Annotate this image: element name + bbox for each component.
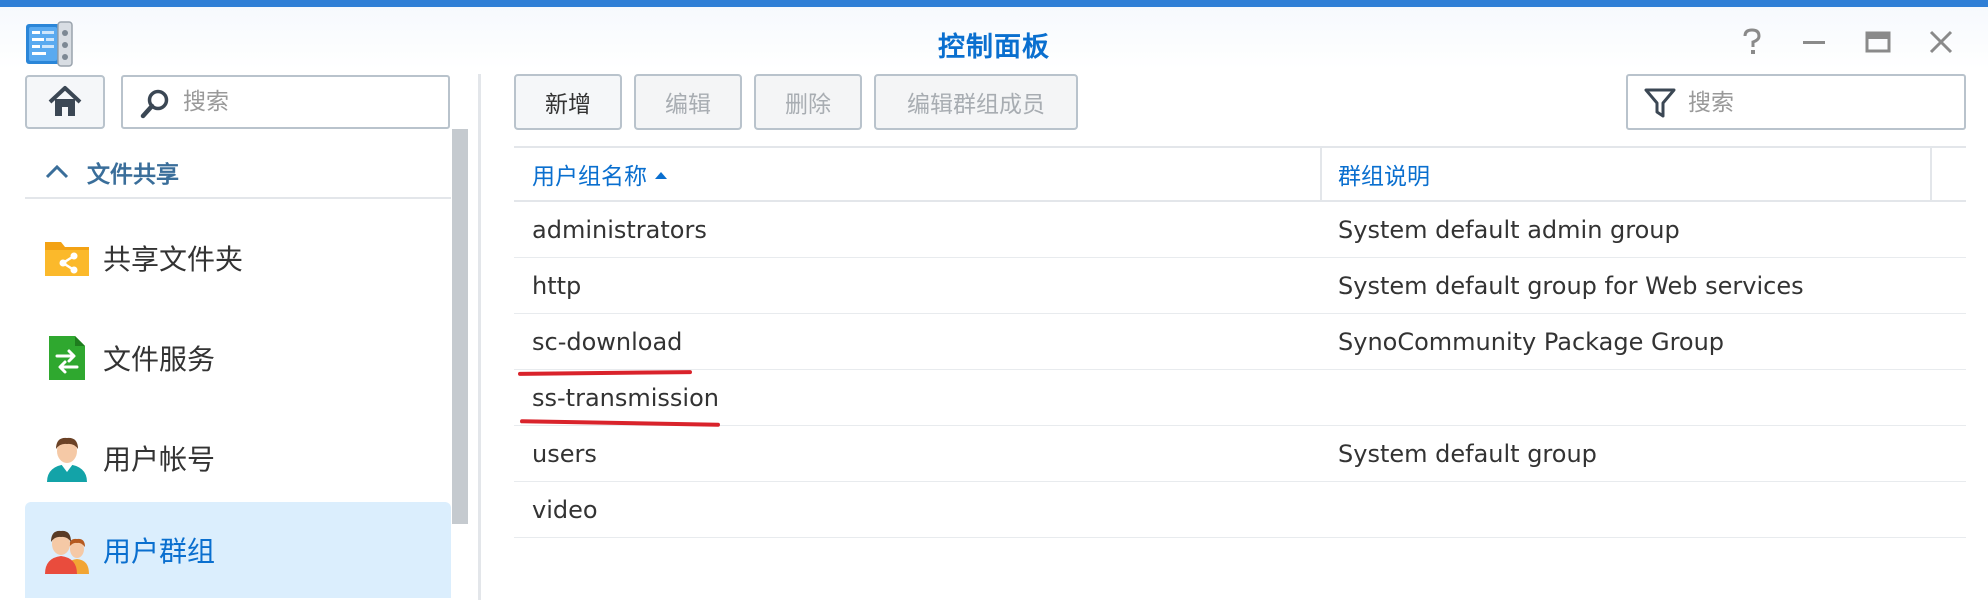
sidebar-item-label: 共享文件夹 [103,243,244,276]
group-name-cell: sc-download [532,328,683,356]
sidebar-item-label: 用户群组 [103,535,216,568]
sidebar-search-input[interactable] [183,87,433,117]
minimize-button[interactable] [1795,23,1833,61]
filter-search-box [1626,74,1966,130]
sidebar-item-user-group[interactable]: 用户群组 [25,502,451,598]
window-top-stripe [0,0,1988,7]
help-button[interactable] [1733,23,1771,61]
search-icon [140,89,169,119]
group-name-cell: http [532,272,582,300]
minimize-icon [1803,41,1825,44]
title-bar: 控制面板 [0,7,1988,69]
column-resizer[interactable] [1320,148,1322,200]
section-file-sharing[interactable]: 文件共享 [25,147,451,199]
table-row[interactable]: administrators System default admin grou… [514,202,1966,258]
group-description-cell: System default admin group [1338,216,1680,244]
edit-group-members-button[interactable]: 编辑群组成员 [874,74,1078,130]
sort-ascending-icon [655,171,667,179]
table-row[interactable]: sc-download SynoCommunity Package Group [514,314,1966,370]
column-header-label: 用户组名称 [532,164,647,190]
maximize-button[interactable] [1859,23,1897,61]
home-icon [48,86,82,116]
sidebar-item-file-services[interactable]: 文件服务 [25,310,451,406]
group-description-cell: SynoCommunity Package Group [1338,328,1725,356]
create-button[interactable]: 新增 [514,74,622,130]
group-icon [45,530,89,574]
sidebar-item-label: 用户帐号 [103,443,216,476]
group-name-cell: administrators [532,216,707,244]
column-header-label: 群组说明 [1338,164,1430,190]
group-description-cell: System default group for Web services [1338,272,1804,300]
sidebar-item-shared-folder[interactable]: 共享文件夹 [25,210,451,306]
group-name-cell: ss-transmission [532,384,719,412]
section-label: 文件共享 [87,162,179,188]
filter-icon [1644,88,1676,118]
group-table: 用户组名称 群组说明 administrators System default… [514,146,1966,538]
sidebar-item-user-account[interactable]: 用户帐号 [25,410,451,506]
chevron-up-icon [45,164,69,179]
user-icon [47,437,87,482]
group-name-cell: video [532,496,598,524]
filter-search-input[interactable] [1688,88,1948,118]
group-name-cell: users [532,440,597,468]
close-icon [1929,30,1953,54]
sidebar-search-box [121,75,450,129]
shared-folder-icon [45,242,89,276]
column-header-group-name[interactable]: 用户组名称 [532,148,667,200]
table-row[interactable]: http System default group for Web servic… [514,258,1966,314]
sidebar-item-label: 文件服务 [103,343,216,376]
maximize-icon [1865,31,1891,53]
file-services-icon [49,336,85,380]
table-row[interactable]: users System default group [514,426,1966,482]
column-header-group-description[interactable]: 群组说明 [1338,148,1430,200]
table-row[interactable]: video [514,482,1966,538]
table-row[interactable]: ss-transmission [514,370,1966,426]
column-resizer[interactable] [1930,148,1932,200]
sidebar-scrollbar-thumb[interactable] [452,129,468,524]
home-button[interactable] [25,75,105,129]
window-title: 控制面板 [938,32,1050,63]
close-button[interactable] [1922,23,1960,61]
group-description-cell: System default group [1338,440,1597,468]
delete-button[interactable]: 删除 [754,74,862,130]
table-header: 用户组名称 群组说明 [514,146,1966,202]
help-icon [1743,28,1761,54]
panel-splitter[interactable] [478,74,481,600]
sidebar: 文件共享 共享文件夹 文件服务 用户帐号 [0,69,470,600]
edit-button[interactable]: 编辑 [634,74,742,130]
